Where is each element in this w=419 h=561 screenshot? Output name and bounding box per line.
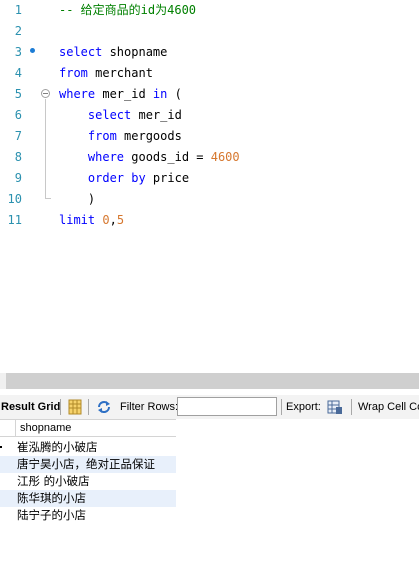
sql-token: goods_id = [124, 150, 211, 164]
code-text: where mer_id in ( [59, 84, 182, 105]
sql-keyword: order by [87, 171, 146, 185]
current-row-indicator-icon [0, 446, 2, 448]
sql-number: 5 [116, 213, 125, 227]
sql-token: price [145, 171, 190, 185]
row-header-divider [15, 420, 16, 437]
sql-token: ( [167, 87, 182, 101]
wrap-cell-content-label[interactable]: Wrap Cell Co [358, 395, 419, 419]
sql-token: mergoods [116, 129, 182, 143]
sql-number: 4600 [210, 150, 240, 164]
current-statement-marker [30, 48, 35, 53]
code-text: ) [59, 189, 95, 210]
code-line[interactable]: 1 -- 给定商品的id为4600 [0, 0, 419, 21]
cell-shopname[interactable]: 崔泓腾的小破店 [17, 439, 98, 456]
line-number: 6 [14, 108, 22, 122]
cell-shopname[interactable]: 江彤 的小破店 [17, 473, 90, 490]
sql-keyword: where [59, 87, 96, 101]
line-number: 3 [14, 45, 22, 59]
code-line[interactable]: 10 ) [0, 189, 419, 210]
line-number: 5 [14, 87, 22, 101]
toolbar-separator [60, 399, 61, 415]
sql-token: shopname [102, 45, 168, 59]
result-grid-label: Result Grid [1, 401, 61, 413]
table-row[interactable]: 唐宁昊小店，绝对正品保证 [0, 456, 176, 473]
cell-shopname[interactable]: 唐宁昊小店，绝对正品保证 [17, 456, 155, 473]
grid-layout-icon[interactable] [67, 399, 83, 415]
code-line[interactable]: 3 select shopname [0, 42, 419, 63]
code-text: where goods_id = 4600 [59, 147, 240, 168]
code-line[interactable]: 8 where goods_id = 4600 [0, 147, 419, 168]
cell-shopname[interactable]: 陈华琪的小店 [17, 490, 86, 507]
code-text: -- 给定商品的id为4600 [59, 0, 196, 21]
code-text: order by price [59, 168, 189, 189]
code-text: from merchant [59, 63, 153, 84]
toolbar-separator [351, 399, 352, 415]
sql-keyword: select [59, 45, 103, 59]
code-line[interactable]: 6 select mer_id [0, 105, 419, 126]
line-number: 10 [7, 192, 22, 206]
toolbar-separator [281, 399, 282, 415]
grid-header-row: shopname [0, 419, 176, 437]
sql-token: ) [59, 192, 96, 206]
toolbar-separator [88, 399, 89, 415]
code-line[interactable]: 2 [0, 21, 419, 42]
fold-guide-end [45, 198, 51, 199]
sql-keyword: select [87, 108, 132, 122]
table-row[interactable]: 陈华琪的小店 [0, 490, 176, 507]
sql-number: 0 [102, 213, 110, 227]
sql-keyword: where [87, 150, 125, 164]
line-number: 11 [7, 213, 22, 227]
sql-editor[interactable]: 1 -- 给定商品的id为4600 2 3 select shopname 4 from m… [0, 0, 419, 372]
export-label: Export: [286, 401, 321, 413]
sql-keyword: limit [59, 213, 96, 227]
table-row[interactable]: 陆宁子的小店 [0, 507, 176, 524]
code-text: select shopname [59, 42, 167, 63]
filter-rows-input[interactable] [177, 397, 277, 416]
fold-guide-line [45, 99, 46, 198]
code-text: limit 0,5 [59, 210, 124, 231]
code-line[interactable]: 11 limit 0,5 [0, 210, 419, 231]
sql-keyword: from [87, 129, 117, 143]
table-row[interactable]: 江彤 的小破店 [0, 473, 176, 490]
sql-comment: -- 给定商品的id为4600 [59, 3, 197, 17]
column-header-shopname[interactable]: shopname [20, 420, 71, 437]
line-number: 4 [14, 66, 22, 80]
sql-token: mer_id [131, 108, 182, 122]
line-number: 1 [14, 3, 22, 17]
code-line[interactable]: 5 where mer_id in ( [0, 84, 419, 105]
line-number: 7 [14, 129, 22, 143]
export-icon[interactable] [327, 399, 343, 415]
code-line[interactable]: 4 from merchant [0, 63, 419, 84]
filter-rows-label: Filter Rows: [120, 401, 179, 413]
sql-token: , [109, 213, 117, 227]
table-row[interactable]: 崔泓腾的小破店 [0, 439, 176, 456]
code-text: from mergoods [59, 126, 182, 147]
cell-shopname[interactable]: 陆宁子的小店 [17, 507, 86, 524]
code-text: select mer_id [59, 105, 182, 126]
code-line[interactable]: 7 from mergoods [0, 126, 419, 147]
horizontal-scrollbar[interactable] [6, 373, 419, 389]
sql-token: merchant [87, 66, 153, 80]
code-line[interactable]: 9 order by price [0, 168, 419, 189]
fold-toggle-icon[interactable] [41, 89, 50, 98]
sql-token: mer_id [95, 87, 153, 101]
result-toolbar: Result Grid Filter Rows: Export: Wrap Ce… [0, 395, 419, 419]
sql-keyword: from [59, 66, 88, 80]
sql-keyword: in [152, 87, 168, 101]
refresh-icon[interactable] [96, 399, 112, 415]
line-number: 2 [14, 24, 22, 38]
line-number: 9 [14, 171, 22, 185]
line-number: 8 [14, 150, 22, 164]
